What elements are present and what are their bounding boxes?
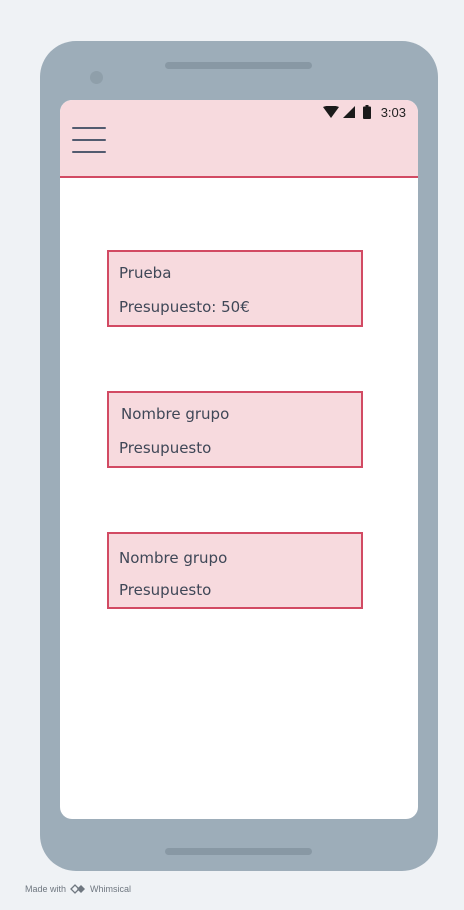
status-bar: 3:03 xyxy=(322,104,406,120)
app-bar: 3:03 xyxy=(60,100,418,178)
made-with-footer[interactable]: Made with Whimsical xyxy=(25,884,131,894)
whimsical-brand: Whimsical xyxy=(90,884,132,894)
group-card[interactable]: Nombre grupo Presupuesto xyxy=(107,391,363,468)
hamburger-menu-icon[interactable] xyxy=(72,127,106,155)
group-card[interactable]: Prueba Presupuesto: 50€ xyxy=(107,250,363,327)
speaker-grille xyxy=(165,62,312,69)
status-time: 3:03 xyxy=(380,104,406,120)
group-name: Nombre grupo xyxy=(119,549,228,567)
group-name: Nombre grupo xyxy=(121,405,230,423)
battery-icon xyxy=(362,105,371,119)
camera xyxy=(90,71,103,84)
phone-frame: 3:03 Prueba Presupuesto: 50€ Nombre grup… xyxy=(40,41,438,871)
group-name: Prueba xyxy=(119,264,172,282)
cell-signal-icon xyxy=(342,106,355,118)
phone-screen: 3:03 Prueba Presupuesto: 50€ Nombre grup… xyxy=(60,100,418,819)
whimsical-logo-icon xyxy=(70,884,86,894)
made-with-label: Made with xyxy=(25,884,67,894)
home-indicator xyxy=(165,848,312,855)
group-budget: Presupuesto: 50€ xyxy=(119,298,250,316)
group-budget: Presupuesto xyxy=(119,439,212,457)
group-card[interactable]: Nombre grupo Presupuesto xyxy=(107,532,363,609)
group-budget: Presupuesto xyxy=(119,581,212,599)
wifi-icon xyxy=(322,106,339,118)
